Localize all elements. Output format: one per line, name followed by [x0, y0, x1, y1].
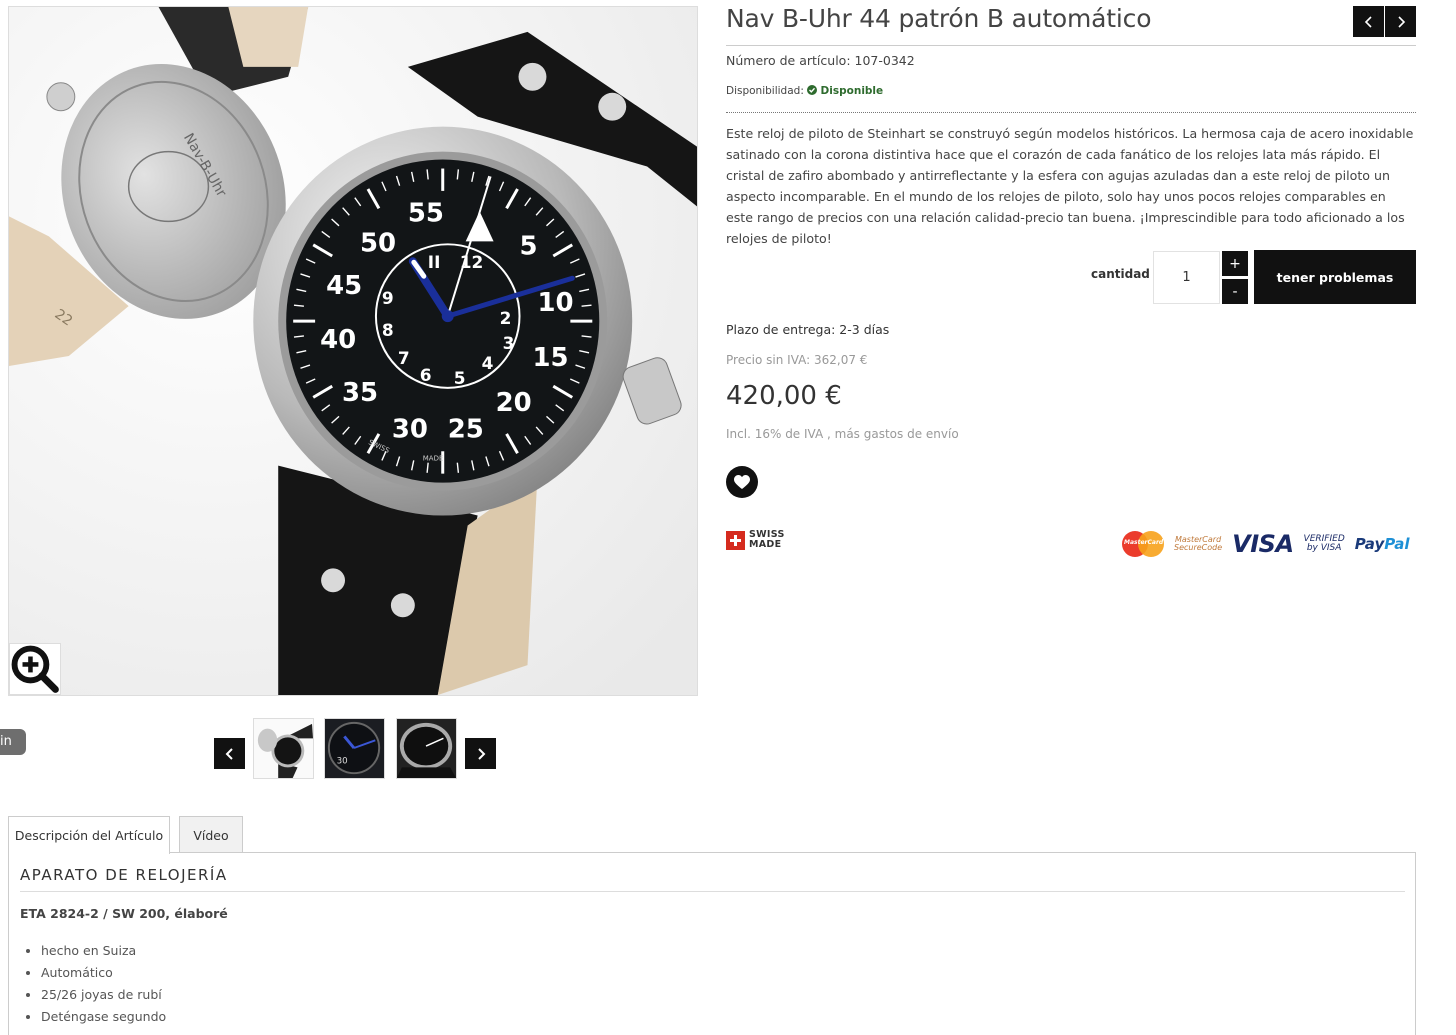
quantity-input[interactable]	[1153, 251, 1220, 304]
thumbnail-3[interactable]	[396, 718, 457, 779]
swiss-flag-icon	[726, 530, 745, 550]
product-title: Nav B-Uhr 44 patrón B automático	[726, 4, 1152, 33]
dial-number: 45	[326, 271, 362, 301]
made-text: MADE	[749, 539, 782, 550]
dotted-divider	[726, 112, 1416, 113]
availability-status: Disponible	[820, 85, 884, 97]
title-divider	[726, 45, 1416, 46]
tab-video[interactable]: Vídeo	[179, 816, 243, 853]
hour-number: 7	[398, 348, 410, 368]
availability: Disponibilidad: Disponible	[726, 85, 883, 97]
dial-number: 50	[360, 228, 396, 258]
dial-number: 20	[496, 388, 532, 418]
tab-label: Descripción del Artículo	[14, 828, 164, 843]
verified-by-visa-logo: VERIFIED by VISA	[1304, 535, 1345, 553]
dial-number: 10	[537, 288, 573, 318]
vbv-line2: by VISA	[1306, 543, 1342, 553]
product-navigation	[1353, 6, 1416, 37]
side-tab-label: in	[0, 734, 12, 749]
heart-icon	[734, 474, 750, 489]
magnifier-plus-icon	[11, 645, 59, 693]
hour-number: II	[428, 252, 441, 272]
quantity-decrease-button[interactable]: -	[1222, 279, 1248, 304]
thumbnail-prev-button[interactable]	[214, 738, 245, 769]
visa-logo: VISA	[1232, 530, 1294, 558]
chevron-right-icon	[1397, 15, 1405, 28]
dial-number: 5	[520, 231, 538, 261]
chevron-left-icon	[1364, 15, 1372, 28]
dial-number: 35	[342, 378, 378, 408]
thumbnail-1[interactable]	[253, 718, 314, 779]
chevron-right-icon	[477, 747, 485, 760]
paypal-logo: PayPal	[1355, 535, 1410, 553]
add-to-cart-button[interactable]: tener problemas	[1254, 250, 1416, 304]
thumbnail-image	[254, 719, 313, 778]
dial-number: 55	[408, 198, 444, 228]
thumbnail-image: 30	[325, 719, 384, 778]
thumbnail-2[interactable]: 30	[324, 718, 385, 779]
thumbnail-image	[397, 719, 456, 778]
check-circle-icon	[807, 85, 818, 95]
wishlist-button[interactable]	[726, 466, 758, 498]
hour-number: 3	[503, 333, 515, 353]
product-description: Este reloj de piloto de Steinhart se con…	[726, 126, 1414, 246]
quantity-increase-button[interactable]: +	[1222, 251, 1248, 276]
mastercard-logo: MasterCard	[1122, 531, 1164, 557]
hour-number: 4	[482, 353, 494, 373]
product-main-image[interactable]: Nav-B-Uhr 22 55 5 10 15 20 25 30 35 40 4…	[8, 6, 698, 696]
dial-number: 25	[448, 415, 484, 445]
tab-article-description[interactable]: Descripción del Artículo	[8, 816, 170, 854]
net-price: Precio sin IVA: 362,07 €	[726, 353, 868, 367]
availability-label: Disponibilidad:	[726, 85, 804, 97]
tab-label: Vídeo	[193, 827, 229, 843]
next-product-button[interactable]	[1385, 6, 1416, 37]
hour-number: 6	[420, 365, 432, 385]
list-item: Automático	[41, 963, 166, 985]
dial-number: 30	[392, 415, 428, 445]
section-title: APARATO DE RELOJERÍA	[20, 866, 228, 884]
previous-product-button[interactable]	[1353, 6, 1384, 37]
list-item: 25/26 joyas de rubí	[41, 985, 166, 1007]
hour-number: 5	[454, 368, 466, 388]
hour-number: 8	[382, 320, 394, 340]
dial-number: 15	[532, 343, 568, 373]
quantity-label: cantidad	[1091, 267, 1150, 281]
section-divider	[20, 891, 1405, 892]
list-item: Deténgase segundo	[41, 1007, 166, 1029]
thumbnail-next-button[interactable]	[465, 738, 496, 769]
feature-list: hecho en Suiza Automático 25/26 joyas de…	[41, 941, 166, 1029]
paypal-pal: Pal	[1384, 535, 1410, 553]
zoom-button[interactable]	[9, 643, 61, 695]
securecode-logo: MasterCard SecureCode	[1174, 536, 1222, 552]
delivery-time: Plazo de entrega: 2-3 días	[726, 322, 890, 337]
article-number: Número de artículo: 107-0342	[726, 53, 915, 68]
swiss-made-badge: SWISS MADE	[726, 530, 785, 550]
product-price: 420,00 €	[726, 381, 842, 411]
list-item: hecho en Suiza	[41, 941, 166, 963]
vat-note: Incl. 16% de IVA , más gastos de envío	[726, 427, 959, 441]
paypal-pay: Pay	[1354, 535, 1385, 553]
watch-photo: Nav-B-Uhr 22 55 5 10 15 20 25 30 35 40 4…	[9, 7, 697, 695]
dial-number: 40	[320, 325, 356, 355]
payment-logos: MasterCard MasterCard SecureCode VISA VE…	[1122, 530, 1410, 558]
chevron-left-icon	[225, 747, 233, 760]
svg-text:30: 30	[337, 756, 348, 766]
side-tab[interactable]: in	[0, 729, 26, 755]
securecode-line2: SecureCode	[1174, 543, 1223, 552]
mastercard-text: MasterCard	[1124, 539, 1164, 546]
hour-number: 9	[382, 288, 394, 308]
movement-spec: ETA 2824-2 / SW 200, élaboré	[20, 906, 228, 921]
dial-made-text: MADE	[423, 455, 444, 463]
hour-number: 2	[500, 308, 512, 328]
